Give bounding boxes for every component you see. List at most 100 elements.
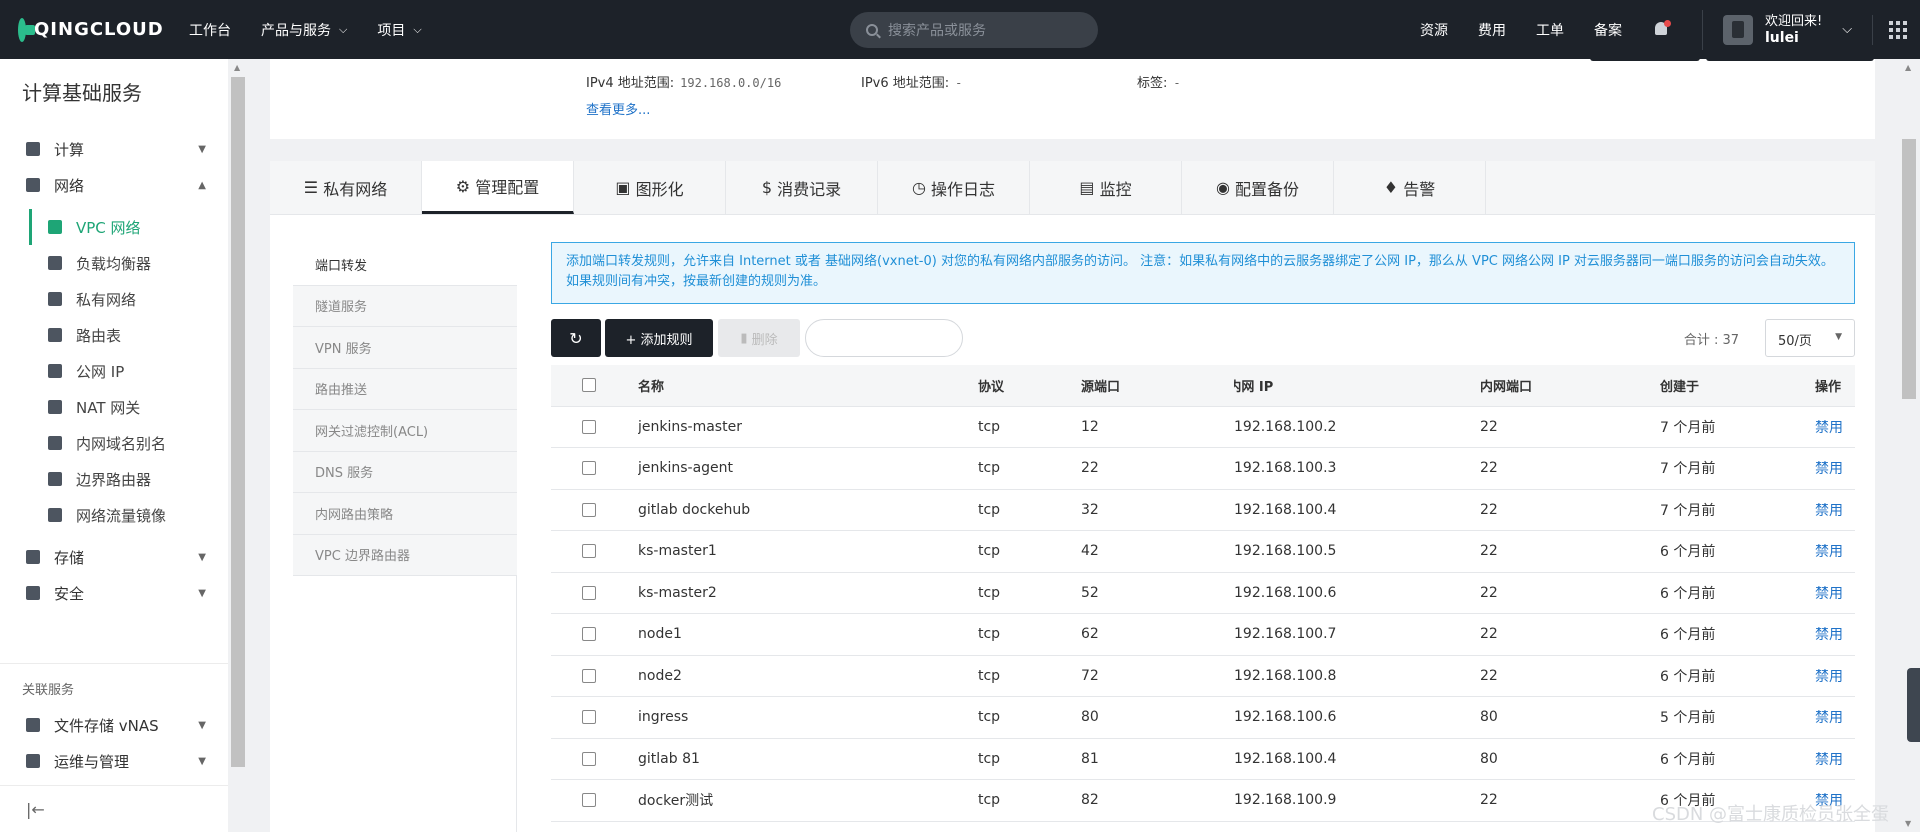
header-internal-ip[interactable]: ^内网 IP bbox=[1234, 376, 1480, 395]
side-widget-tab[interactable] bbox=[1907, 668, 1920, 742]
disable-link[interactable]: 禁用 bbox=[1815, 458, 1855, 478]
sidebar-group-storage[interactable]: 存储 ▼ bbox=[0, 539, 228, 575]
row-checkbox[interactable] bbox=[582, 751, 596, 766]
disable-link[interactable]: 禁用 bbox=[1815, 666, 1855, 686]
row-checkbox[interactable] bbox=[582, 419, 596, 434]
tab-monitoring[interactable]: ▤ 监控 bbox=[1030, 161, 1182, 214]
scroll-up-icon[interactable]: ▲ bbox=[1905, 63, 1911, 72]
sidebar-item-load-balancer[interactable]: 负载均衡器 bbox=[0, 245, 228, 281]
table-row[interactable]: node2 tcp 72 192.168.100.8 22 6 个月前 禁用 bbox=[551, 656, 1855, 697]
logo[interactable]: QINGCLOUD bbox=[18, 17, 163, 42]
checkbox-cell bbox=[551, 627, 638, 642]
cell-internal-port: 22 bbox=[1480, 543, 1498, 560]
row-checkbox[interactable] bbox=[582, 793, 596, 808]
row-checkbox[interactable] bbox=[582, 502, 596, 517]
add-rule-button[interactable]: + 添加规则 bbox=[605, 319, 713, 357]
row-checkbox[interactable] bbox=[582, 585, 596, 600]
sidebar-item-public-ip[interactable]: 公网 IP bbox=[0, 353, 228, 389]
header-src-port[interactable]: 源端口 bbox=[1081, 376, 1234, 395]
sidebar-item-private-network[interactable]: 私有网络 bbox=[0, 281, 228, 317]
nav-products[interactable]: 产品与服务 ⌵ bbox=[261, 20, 347, 40]
user-menu[interactable]: 欢迎回来! lulei ⌵ bbox=[1702, 9, 1852, 50]
scroll-up-icon[interactable]: ▲ bbox=[234, 63, 240, 72]
table-row[interactable]: jenkins-master tcp 12 192.168.100.2 22 7 个月前 禁… bbox=[551, 407, 1855, 448]
scrollbar-thumb[interactable] bbox=[1902, 139, 1916, 399]
select-all-checkbox[interactable] bbox=[582, 378, 596, 393]
nav-filing[interactable]: 备案 bbox=[1594, 20, 1622, 40]
disable-link[interactable]: 禁用 bbox=[1815, 707, 1855, 727]
disable-link[interactable]: 禁用 bbox=[1815, 624, 1855, 644]
header-action-button[interactable] bbox=[1590, 55, 1700, 61]
table-row[interactable]: jenkins-agent tcp 22 192.168.100.3 22 7 个月前 禁用 bbox=[551, 448, 1855, 490]
nav-projects[interactable]: 项目 ⌵ bbox=[377, 20, 421, 40]
sidebar-item-vnas[interactable]: 文件存储 vNAS ▼ bbox=[0, 707, 228, 743]
subnav-route-policy[interactable]: 内网路由策略 bbox=[293, 493, 517, 535]
sidebar-item-dns-alias[interactable]: 内网域名别名 bbox=[0, 425, 228, 461]
nav-resources[interactable]: 资源 bbox=[1420, 20, 1448, 40]
tab-operation-log[interactable]: ◷ 操作日志 bbox=[878, 161, 1030, 214]
header-created[interactable]: 创建于 bbox=[1660, 376, 1815, 395]
sidebar-scrollbar[interactable]: ▲ bbox=[228, 59, 248, 777]
refresh-button[interactable]: ↻ bbox=[551, 319, 601, 357]
row-checkbox[interactable] bbox=[582, 544, 596, 559]
header-action-button[interactable] bbox=[1706, 55, 1874, 61]
table-row[interactable]: gitlab 81 tcp 81 192.168.100.4 80 6 个月前 禁用 bbox=[551, 739, 1855, 780]
row-checkbox[interactable] bbox=[582, 627, 596, 642]
disable-link[interactable]: 禁用 bbox=[1815, 417, 1855, 437]
notification-bell-icon[interactable] bbox=[1652, 19, 1672, 40]
table-row[interactable]: node1 tcp 62 192.168.100.7 22 6 个月前 禁用 bbox=[551, 614, 1855, 656]
disable-link[interactable]: 禁用 bbox=[1815, 583, 1855, 603]
tab-config-backup[interactable]: ◉ 配置备份 bbox=[1182, 161, 1334, 214]
disable-link[interactable]: 禁用 bbox=[1815, 749, 1855, 769]
header-internal-port[interactable]: 内网端口 bbox=[1480, 376, 1660, 395]
nav-workbench[interactable]: 工作台 bbox=[189, 20, 231, 40]
sidebar-group-compute[interactable]: 计算 ▼ bbox=[0, 131, 228, 167]
filter-input[interactable] bbox=[805, 319, 963, 357]
collapse-sidebar-icon[interactable]: |← bbox=[26, 800, 45, 819]
sidebar-item-vpc[interactable]: VPC 网络 bbox=[0, 209, 228, 245]
disable-link[interactable]: 禁用 bbox=[1815, 500, 1855, 520]
table-row[interactable]: ks-master2 tcp 52 192.168.100.6 22 6 个月前 禁用 bbox=[551, 573, 1855, 614]
tab-graphical[interactable]: ▣ 图形化 bbox=[574, 161, 726, 214]
view-more-link[interactable]: 查看更多... bbox=[586, 99, 650, 118]
tab-private-network[interactable]: ☰ 私有网络 bbox=[270, 161, 422, 214]
table-row[interactable]: ks-master1 tcp 42 192.168.100.5 22 6 个月前 禁用 bbox=[551, 531, 1855, 573]
subnav-vpc-border-router[interactable]: VPC 边界路由器 bbox=[293, 534, 517, 576]
sidebar-item-nat-gateway[interactable]: NAT 网关 bbox=[0, 389, 228, 425]
sidebar-item-traffic-mirror[interactable]: 网络流量镜像 bbox=[0, 497, 228, 533]
nav-tickets[interactable]: 工单 bbox=[1536, 20, 1564, 40]
tab-management[interactable]: ⚙ 管理配置 bbox=[422, 161, 574, 214]
tab-alerts[interactable]: ♦ 告警 bbox=[1334, 161, 1486, 214]
tab-billing[interactable]: $ 消费记录 bbox=[726, 161, 878, 214]
row-checkbox[interactable] bbox=[582, 668, 596, 683]
subnav-tunnel[interactable]: 隧道服务 bbox=[293, 285, 517, 327]
table-row[interactable]: gitlab dockehub tcp 32 192.168.100.4 22 7 个月前… bbox=[551, 490, 1855, 531]
sidebar-group-security[interactable]: 安全 ▼ bbox=[0, 575, 228, 611]
row-checkbox[interactable] bbox=[582, 461, 596, 476]
sidebar-item-border-router[interactable]: 边界路由器 bbox=[0, 461, 228, 497]
subnav-dns[interactable]: DNS 服务 bbox=[293, 451, 517, 493]
subnav-acl[interactable]: 网关过滤控制(ACL) bbox=[293, 410, 517, 452]
header-name[interactable]: 名称 bbox=[638, 376, 978, 395]
scrollbar-thumb[interactable] bbox=[231, 77, 245, 767]
checkbox-cell bbox=[551, 585, 638, 600]
row-checkbox[interactable] bbox=[582, 710, 596, 725]
header-protocol[interactable]: 协议 bbox=[978, 376, 1081, 395]
page-size-select[interactable]: 50/页 ▼ bbox=[1765, 319, 1855, 357]
sidebar-item-ops[interactable]: 运维与管理 ▼ bbox=[0, 743, 228, 779]
global-search-input[interactable]: 搜索产品或服务 bbox=[850, 12, 1098, 48]
header-label: 内网 IP bbox=[1234, 379, 1274, 395]
subnav-route-push[interactable]: 路由推送 bbox=[293, 368, 517, 410]
table-row[interactable]: ingress tcp 80 192.168.100.6 80 5 个月前 禁用 bbox=[551, 697, 1855, 739]
delete-button[interactable]: ▮ 删除 bbox=[718, 319, 800, 357]
subnav-port-forwarding[interactable]: 端口转发 bbox=[293, 244, 517, 286]
sidebar-group-network[interactable]: 网络 ▲ bbox=[0, 167, 228, 203]
apps-grid-icon[interactable] bbox=[1872, 14, 1908, 45]
cell-internal-port: 22 bbox=[1480, 418, 1498, 435]
subnav-vpn[interactable]: VPN 服务 bbox=[293, 327, 517, 369]
sidebar-item-route-table[interactable]: 路由表 bbox=[0, 317, 228, 353]
scroll-down-icon[interactable]: ▼ bbox=[1905, 819, 1911, 828]
add-rule-label: + 添加规则 bbox=[625, 332, 693, 348]
disable-link[interactable]: 禁用 bbox=[1815, 541, 1855, 561]
nav-billing[interactable]: 费用 bbox=[1478, 20, 1506, 40]
